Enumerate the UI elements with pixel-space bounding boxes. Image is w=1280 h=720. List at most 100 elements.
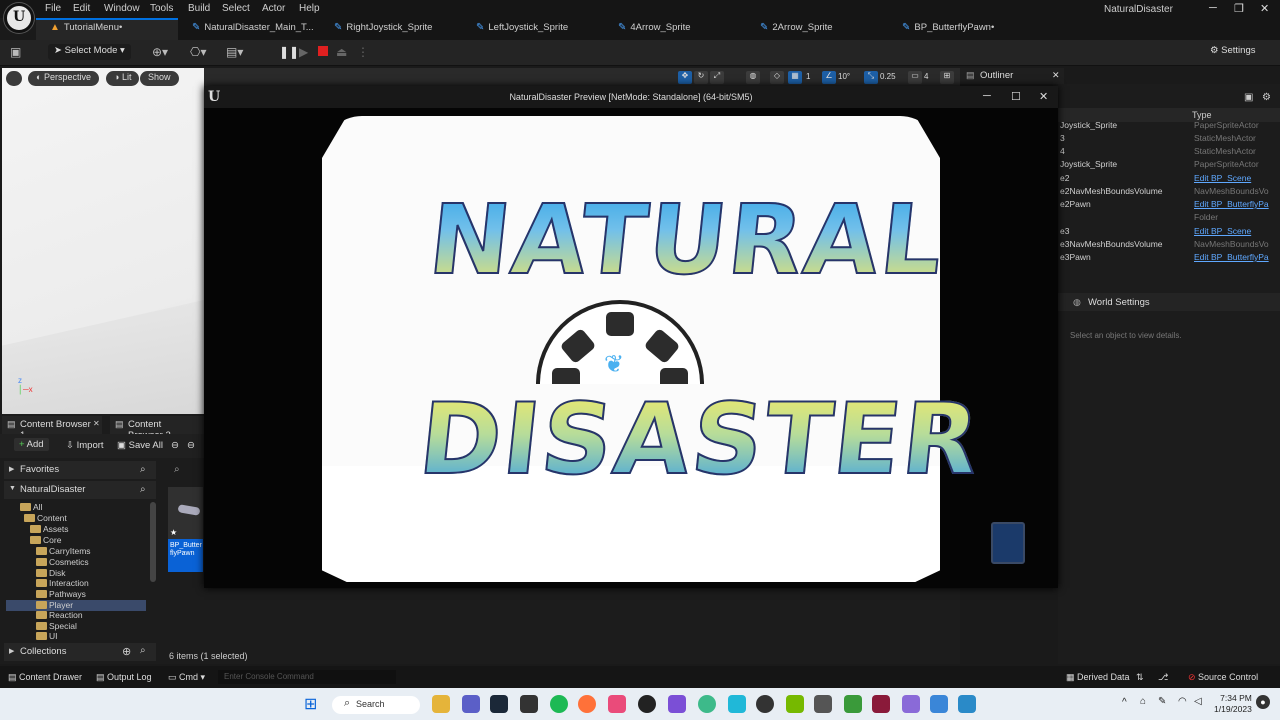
firefox-icon[interactable] xyxy=(578,695,596,713)
save-all-button[interactable]: ▣ Save All xyxy=(117,440,163,451)
tree-item[interactable]: Pathways xyxy=(6,589,146,600)
source-control-button[interactable]: ⊘ Source Control xyxy=(1188,672,1258,683)
viewport-menu-icon[interactable] xyxy=(6,71,22,86)
rotation-snap-value[interactable]: 10° xyxy=(838,72,850,81)
app-icon[interactable] xyxy=(728,695,746,713)
close-icon[interactable]: ✕ xyxy=(1052,70,1060,81)
collections-section[interactable]: Collections xyxy=(4,643,156,661)
column-header-type[interactable]: Type xyxy=(1192,110,1212,120)
notification-badge[interactable]: ● xyxy=(1256,695,1270,709)
outliner-row-name[interactable]: e3 xyxy=(1060,226,1069,239)
tree-item[interactable]: All xyxy=(6,502,146,513)
add-actor-icon[interactable]: ⊕▾ xyxy=(152,45,168,59)
edit-blueprint-link[interactable]: Edit BP_ButterflyPa xyxy=(1194,252,1269,265)
content-browser-2-tab[interactable]: Content Browser 2 xyxy=(110,416,204,441)
history-forward-icon[interactable]: ⊖ xyxy=(187,440,195,451)
pen-icon[interactable]: ✎ xyxy=(1158,696,1166,707)
menu-window[interactable]: Window xyxy=(104,3,140,14)
more-options-icon[interactable]: ⋮ xyxy=(357,45,369,59)
maximize-icon[interactable]: ❐ xyxy=(1234,2,1244,15)
outliner-row-name[interactable]: 3 xyxy=(1060,133,1065,146)
maximize-viewport-icon[interactable]: ⊞ xyxy=(940,71,954,84)
star-icon[interactable]: ★ xyxy=(170,528,177,537)
tab-butterfly-pawn[interactable]: ✎ BP_ButterflyPawn• xyxy=(888,18,1030,40)
app-icon[interactable] xyxy=(872,695,890,713)
minimize-icon[interactable]: ─ xyxy=(1209,2,1217,14)
tab-2arrow[interactable]: ✎ 2Arrow_Sprite xyxy=(746,18,888,40)
import-button[interactable]: ⇩ Import xyxy=(66,440,104,451)
close-icon[interactable]: ✕ xyxy=(1260,2,1269,15)
nvidia-icon[interactable] xyxy=(786,695,804,713)
outliner-tab[interactable]: Outliner xyxy=(960,68,1064,84)
outliner-row-name[interactable]: e2Pawn xyxy=(1060,199,1091,212)
unreal-logo-icon[interactable]: U xyxy=(4,3,34,33)
menu-file[interactable]: File xyxy=(45,3,61,14)
photos-icon[interactable] xyxy=(608,695,626,713)
steam-icon[interactable] xyxy=(490,695,508,713)
tab-4arrow[interactable]: ✎ 4Arrow_Sprite xyxy=(604,18,746,40)
tree-item[interactable]: Reaction xyxy=(6,610,146,621)
minimize-icon[interactable]: ─ xyxy=(983,90,991,102)
select-mode-dropdown[interactable]: ➤ Select Mode ▾ xyxy=(48,44,131,60)
edit-blueprint-link[interactable]: Edit BP_Scene xyxy=(1194,226,1251,239)
edit-blueprint-link[interactable]: Edit BP_Scene xyxy=(1194,173,1251,186)
wifi-icon[interactable]: ◠ xyxy=(1178,696,1187,707)
settings-gear-icon[interactable]: ⚙ xyxy=(1262,92,1271,103)
visual-studio-icon[interactable] xyxy=(668,695,686,713)
epic-games-icon[interactable] xyxy=(520,695,538,713)
network-icon[interactable]: ⌂ xyxy=(1140,696,1146,707)
revision-control-icon[interactable]: ⎇ xyxy=(1158,672,1168,683)
tab-right-joystick[interactable]: ✎ RightJoystick_Sprite xyxy=(320,18,462,40)
source-control-icon-a[interactable]: ⇅ xyxy=(1136,672,1144,683)
start-icon[interactable]: ⊞ xyxy=(304,694,317,714)
outliner-row-name[interactable]: e2 xyxy=(1060,173,1069,186)
spotify-icon[interactable] xyxy=(550,695,568,713)
stop-icon[interactable] xyxy=(318,46,328,56)
cinematics-icon[interactable]: ▤▾ xyxy=(226,45,243,59)
surface-snap-icon[interactable]: ◇ xyxy=(770,71,784,84)
perspective-button[interactable]: ◐ Perspective xyxy=(28,71,99,86)
world-icon[interactable]: ◍ xyxy=(746,71,760,84)
eject-icon[interactable]: ⏏ xyxy=(336,45,347,59)
save-icon[interactable]: ▣ xyxy=(10,45,21,59)
outliner-row-name[interactable]: e3Pawn xyxy=(1060,252,1091,265)
close-icon[interactable]: ✕ xyxy=(93,419,100,428)
tree-item[interactable]: Cosmetics xyxy=(6,557,146,568)
system-clock[interactable]: 7:34 PM 1/19/2023 xyxy=(1214,693,1252,715)
cmd-dropdown[interactable]: ▭ Cmd ▾ xyxy=(168,672,205,683)
content-drawer-button[interactable]: ▤ Content Drawer xyxy=(8,672,82,683)
search-icon[interactable]: ⌕ xyxy=(140,484,146,495)
menu-edit[interactable]: Edit xyxy=(73,3,90,14)
add-collection-icon[interactable]: ⊕ xyxy=(122,645,131,658)
camera-speed-value[interactable]: 4 xyxy=(924,72,928,81)
file-explorer-icon[interactable] xyxy=(432,695,450,713)
rotation-snap-icon[interactable]: ∠ xyxy=(822,71,836,84)
maximize-icon[interactable]: ☐ xyxy=(1011,90,1021,103)
camera-speed-icon[interactable]: ▭ xyxy=(908,71,922,84)
outliner-row-name[interactable]: e3NavMeshBoundsVolume xyxy=(1060,239,1163,252)
menu-help[interactable]: Help xyxy=(299,3,320,14)
project-section[interactable]: NaturalDisaster xyxy=(4,481,156,499)
favorites-section[interactable]: Favorites xyxy=(4,461,156,479)
search-icon[interactable]: ⌕ xyxy=(140,645,146,656)
app-icon[interactable] xyxy=(902,695,920,713)
search-icon[interactable]: ⌕ xyxy=(174,464,180,475)
blueprint-menu-icon[interactable]: ⎔▾ xyxy=(190,45,207,59)
scale-snap-value[interactable]: 0.25 xyxy=(880,72,896,81)
app-icon[interactable] xyxy=(958,695,976,713)
rotate-icon[interactable]: ↻ xyxy=(694,71,708,84)
edit-blueprint-link[interactable]: Edit BP_ButterflyPa xyxy=(1194,199,1269,212)
chevron-right-icon[interactable]: ▶ xyxy=(9,647,14,655)
app-icon[interactable] xyxy=(844,695,862,713)
menu-actor[interactable]: Actor xyxy=(262,3,285,14)
app-icon[interactable] xyxy=(698,695,716,713)
close-icon[interactable]: ✕ xyxy=(1039,90,1048,103)
chevron-down-icon[interactable]: ▼ xyxy=(9,485,16,492)
console-command-input[interactable]: Enter Console Command xyxy=(218,670,396,684)
search-icon[interactable]: ⌕ xyxy=(140,464,146,475)
settings-button[interactable]: ⚙ Settings xyxy=(1210,45,1255,56)
scale-icon[interactable]: ⤢ xyxy=(710,71,724,84)
lit-button[interactable]: ◑ Lit xyxy=(106,71,140,86)
outliner-row-name[interactable]: e2NavMeshBoundsVolume xyxy=(1060,186,1163,199)
outliner-row-name[interactable]: Joystick_Sprite xyxy=(1060,120,1117,133)
